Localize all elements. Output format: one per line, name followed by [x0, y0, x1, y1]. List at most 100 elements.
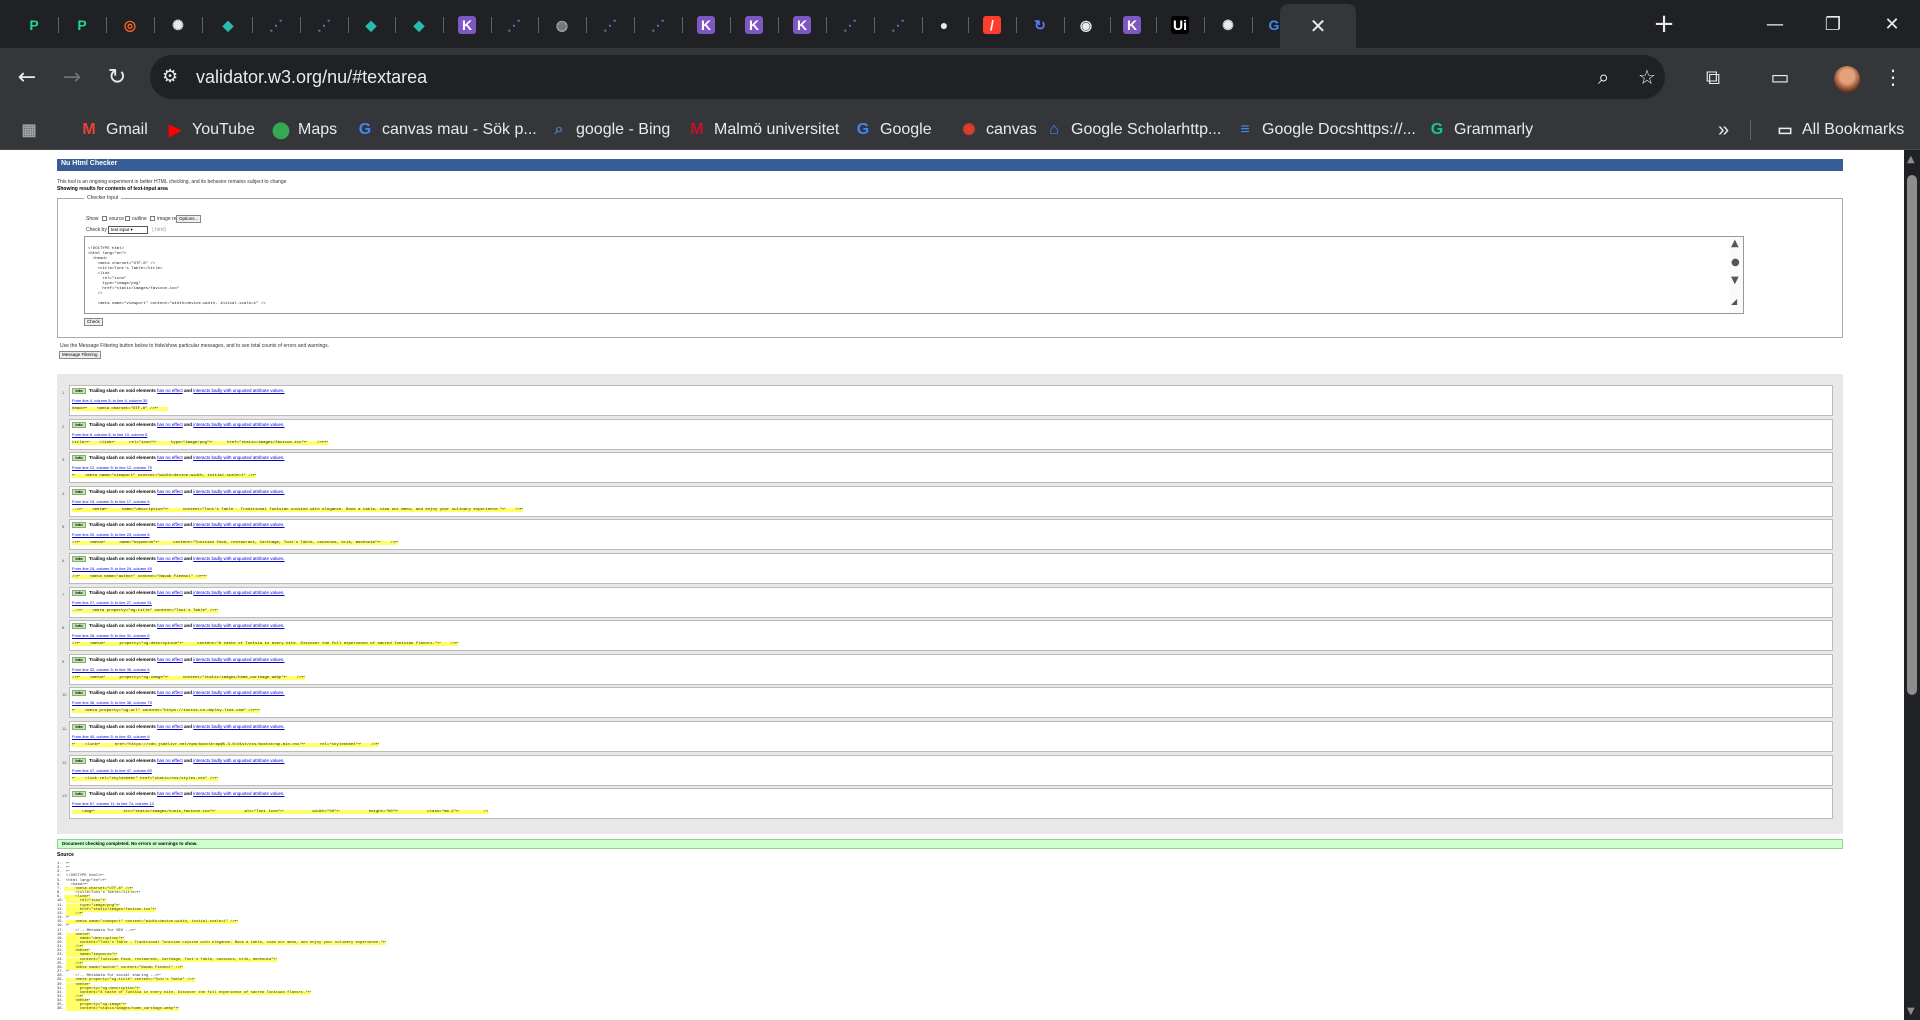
- browser-tab[interactable]: ●: [920, 8, 969, 42]
- has-no-effect-link[interactable]: has no effect: [157, 724, 183, 729]
- check-by-select[interactable]: text input ▾: [108, 226, 148, 234]
- restore-button[interactable]: ❐: [1803, 0, 1863, 48]
- has-no-effect-link[interactable]: has no effect: [157, 623, 183, 628]
- minimize-button[interactable]: —: [1745, 0, 1805, 48]
- browser-tab[interactable]: ↻: [1016, 8, 1065, 42]
- browser-tab[interactable]: K: [682, 8, 731, 42]
- browser-tab[interactable]: ◍: [538, 8, 587, 42]
- reload-button[interactable]: ↻: [100, 60, 134, 94]
- browser-tab[interactable]: ◆: [395, 8, 444, 42]
- has-no-effect-link[interactable]: has no effect: [157, 690, 183, 695]
- browser-tab[interactable]: ⋰: [490, 8, 539, 42]
- unquoted-attribute-link[interactable]: interacts badly with unquoted attribute …: [193, 758, 284, 763]
- message-location-link[interactable]: From line 20, column 5; to line 23, colu…: [72, 532, 150, 537]
- unquoted-attribute-link[interactable]: interacts badly with unquoted attribute …: [193, 657, 284, 662]
- message-location-link[interactable]: From line 47, column 5; to line 47, colu…: [72, 768, 152, 773]
- unquoted-attribute-link[interactable]: interacts badly with unquoted attribute …: [193, 590, 284, 595]
- browser-tab[interactable]: ✺: [1204, 8, 1253, 42]
- unquoted-attribute-link[interactable]: interacts badly with unquoted attribute …: [193, 690, 284, 695]
- bookmark-item[interactable]: ⬤ Maps: [272, 118, 337, 142]
- check-button[interactable]: Check: [84, 318, 103, 326]
- message-location-link[interactable]: From line 28, column 5; to line 31, colu…: [72, 633, 150, 638]
- has-no-effect-link[interactable]: has no effect: [157, 489, 183, 494]
- browser-tab[interactable]: ◉: [1062, 8, 1111, 42]
- unquoted-attribute-link[interactable]: interacts badly with unquoted attribute …: [193, 422, 284, 427]
- profile-avatar[interactable]: [1834, 66, 1860, 92]
- resize-handle-icon[interactable]: ◢: [1731, 297, 1737, 306]
- unquoted-attribute-link[interactable]: interacts badly with unquoted attribute …: [193, 522, 284, 527]
- browser-tab[interactable]: K: [730, 8, 779, 42]
- close-tab-icon[interactable]: ✕: [1310, 14, 1327, 38]
- browser-tab[interactable]: K: [778, 8, 827, 42]
- textarea-content[interactable]: <!DOCTYPE html> <html lang="en"> <head> …: [85, 237, 1743, 313]
- has-no-effect-link[interactable]: has no effect: [157, 758, 183, 763]
- site-info-icon[interactable]: ⚙: [162, 66, 184, 88]
- bookmark-star-icon[interactable]: ☆: [1638, 65, 1656, 89]
- browser-tab[interactable]: ⋰: [874, 8, 923, 42]
- browser-tab[interactable]: ⋰: [252, 8, 301, 42]
- browser-tab[interactable]: ◆: [347, 8, 396, 42]
- back-button[interactable]: ←: [10, 60, 44, 94]
- extensions-icon[interactable]: ⧉: [1696, 60, 1730, 94]
- forward-button[interactable]: →: [55, 60, 89, 94]
- close-window-button[interactable]: ✕: [1862, 0, 1920, 48]
- unquoted-attribute-link[interactable]: interacts badly with unquoted attribute …: [193, 724, 284, 729]
- scroll-down-icon[interactable]: ▼: [1731, 275, 1739, 286]
- bookmark-item[interactable]: ▶ YouTube: [166, 118, 255, 142]
- active-tab[interactable]: ✕: [1280, 4, 1356, 48]
- all-bookmarks-button[interactable]: ▭ All Bookmarks: [1776, 118, 1904, 142]
- cast-icon[interactable]: ▭: [1763, 60, 1797, 94]
- show-image-report-checkbox[interactable]: [150, 216, 155, 221]
- browser-tab[interactable]: ◆: [204, 8, 253, 42]
- bookmark-item[interactable]: G Google: [854, 118, 932, 142]
- browser-tab[interactable]: ⋰: [586, 8, 635, 42]
- bookmarks-overflow-button[interactable]: »: [1718, 118, 1729, 142]
- bookmark-item[interactable]: G Grammarly: [1428, 118, 1533, 142]
- textarea-scrollbar[interactable]: ▲ ● ▼ ◢: [1729, 237, 1743, 313]
- unquoted-attribute-link[interactable]: interacts badly with unquoted attribute …: [193, 556, 284, 561]
- bookmark-item[interactable]: M Malmö universitet: [688, 118, 839, 142]
- browser-tab[interactable]: ◎: [106, 8, 155, 42]
- browser-tab[interactable]: P: [58, 8, 107, 42]
- message-location-link[interactable]: From line 12, column 5; to line 12, colu…: [72, 465, 152, 470]
- bookmark-item[interactable]: ⌂ Google Scholarhttp...: [1045, 118, 1221, 142]
- message-location-link[interactable]: From line 32, column 5; to line 35, colu…: [72, 667, 150, 672]
- source-textarea[interactable]: <!DOCTYPE html> <html lang="en"> <head> …: [84, 236, 1744, 314]
- page-scrollbar[interactable]: ▲ ▼: [1904, 150, 1920, 1020]
- browser-tab[interactable]: ⋰: [300, 8, 349, 42]
- message-location-link[interactable]: From line 27, column 5; to line 27, colu…: [72, 600, 152, 605]
- unquoted-attribute-link[interactable]: interacts badly with unquoted attribute …: [193, 388, 284, 393]
- has-no-effect-link[interactable]: has no effect: [157, 422, 183, 427]
- bookmark-item[interactable]: ▦: [20, 118, 46, 142]
- message-location-link[interactable]: From line 4, column 5; to line 4, column…: [72, 398, 147, 403]
- has-no-effect-link[interactable]: has no effect: [157, 455, 183, 460]
- new-tab-button[interactable]: +: [1648, 8, 1680, 40]
- url-text[interactable]: validator.w3.org/nu/#textarea: [196, 67, 427, 88]
- has-no-effect-link[interactable]: has no effect: [157, 556, 183, 561]
- browser-tab[interactable]: ⋰: [634, 8, 683, 42]
- message-location-link[interactable]: From line 24, column 5; to line 24, colu…: [72, 566, 152, 571]
- show-outline-checkbox[interactable]: [125, 216, 130, 221]
- bookmark-item[interactable]: M Gmail: [80, 118, 147, 142]
- address-bar[interactable]: ⚙ validator.w3.org/nu/#textarea ⌕ ☆: [150, 55, 1665, 99]
- unquoted-attribute-link[interactable]: interacts badly with unquoted attribute …: [193, 623, 284, 628]
- scroll-up-icon[interactable]: ▲: [1907, 154, 1915, 165]
- message-location-link[interactable]: From line 15, column 5; to line 17, colu…: [72, 499, 150, 504]
- bookmark-item[interactable]: ⌕ google - Bing: [550, 118, 671, 142]
- browser-tab[interactable]: Ui: [1156, 8, 1205, 42]
- browser-tab[interactable]: ✺: [154, 8, 203, 42]
- unquoted-attribute-link[interactable]: interacts badly with unquoted attribute …: [193, 489, 284, 494]
- unquoted-attribute-link[interactable]: interacts badly with unquoted attribute …: [193, 455, 284, 460]
- bookmark-item[interactable]: Gcanvas mau - Sök p...: [356, 118, 537, 142]
- has-no-effect-link[interactable]: has no effect: [157, 388, 183, 393]
- bookmark-item[interactable]: ≡ Google Docshttps://...: [1236, 118, 1416, 142]
- scroll-up-icon[interactable]: ▲: [1731, 238, 1739, 249]
- scrollbar-thumb[interactable]: [1907, 175, 1917, 695]
- message-location-link[interactable]: From line 40, column 5; to line 43, colu…: [72, 734, 150, 739]
- has-no-effect-link[interactable]: has no effect: [157, 657, 183, 662]
- menu-icon[interactable]: ⋮: [1876, 60, 1910, 94]
- has-no-effect-link[interactable]: has no effect: [157, 522, 183, 527]
- has-no-effect-link[interactable]: has no effect: [157, 590, 183, 595]
- message-location-link[interactable]: From line 6, column 5; to line 10, colum…: [72, 432, 147, 437]
- scroll-down-icon[interactable]: ▼: [1907, 1006, 1915, 1017]
